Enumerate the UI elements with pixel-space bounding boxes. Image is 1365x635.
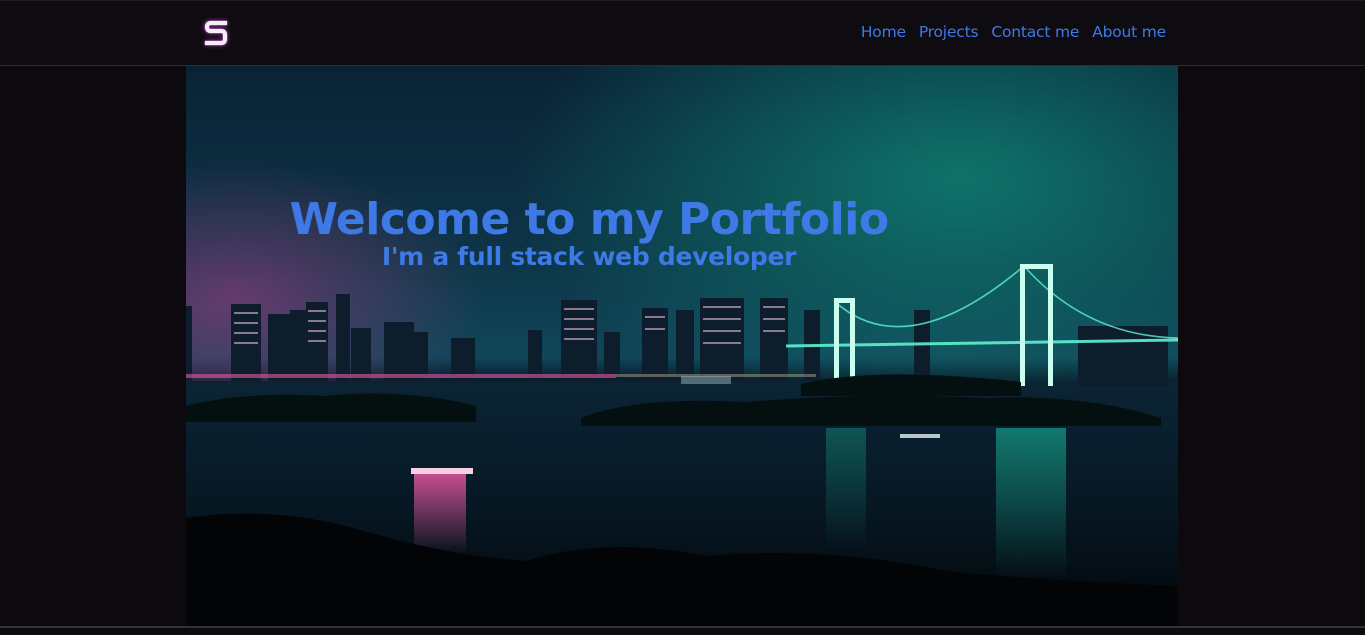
hero-subtitle: I'm a full stack web developer bbox=[381, 242, 797, 271]
nav-link-about[interactable]: About me bbox=[1092, 23, 1166, 41]
nav-link-home[interactable]: Home bbox=[861, 23, 906, 41]
nav-menu: Home Projects Contact me About me bbox=[861, 23, 1166, 41]
s-logo-icon[interactable] bbox=[200, 17, 234, 49]
hero-background-image bbox=[186, 66, 1178, 626]
navbar: Home Projects Contact me About me bbox=[0, 0, 1365, 66]
page-bottom bbox=[0, 628, 1365, 635]
nav-link-projects[interactable]: Projects bbox=[919, 23, 979, 41]
nav-link-contact[interactable]: Contact me bbox=[991, 23, 1079, 41]
hero-section: Welcome to my Portfolio I'm a full stack… bbox=[186, 66, 1178, 626]
hero-title: Welcome to my Portfolio bbox=[289, 194, 889, 245]
